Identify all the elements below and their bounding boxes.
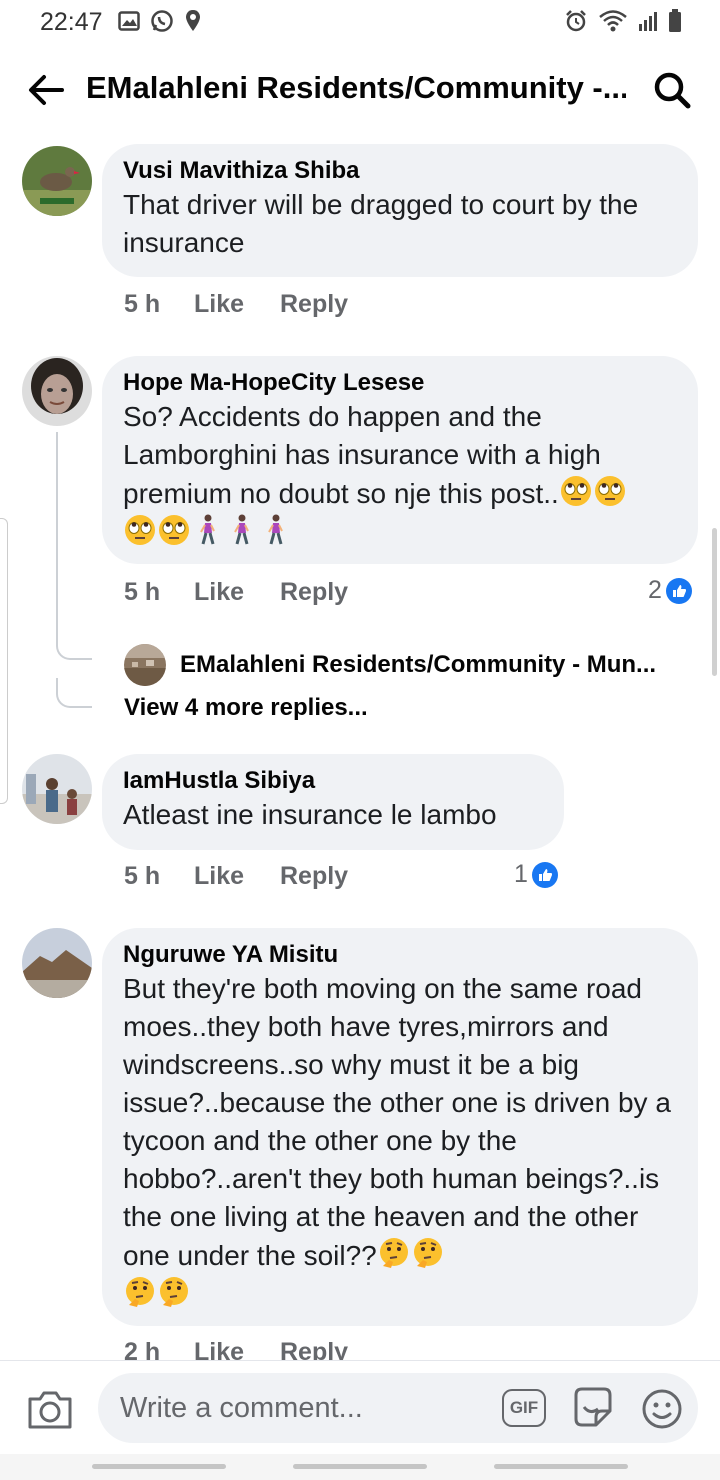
comment-text: But they're both moving on the same road… xyxy=(123,973,671,1271)
avatar[interactable] xyxy=(22,146,92,216)
comment-time[interactable]: 5 h xyxy=(124,862,194,891)
wifi-icon xyxy=(599,10,627,32)
comment-bubble[interactable]: Hope Ma-HopeCity Lesese So? Accidents do… xyxy=(102,356,698,564)
signal-icon xyxy=(639,12,657,31)
thread-connector xyxy=(56,678,92,708)
reply-button[interactable]: Reply xyxy=(280,862,348,891)
reaction-summary[interactable]: 2 xyxy=(648,576,692,605)
like-button[interactable]: Like xyxy=(194,578,280,607)
comment-author[interactable]: Hope Ma-HopeCity Lesese xyxy=(123,368,678,398)
woman-walking-emoji xyxy=(268,514,283,545)
comments-list: Vusi Mavithiza Shiba That driver will be… xyxy=(0,128,720,1360)
system-nav-bar xyxy=(0,1454,720,1480)
search-icon[interactable] xyxy=(652,70,692,110)
comment-input[interactable] xyxy=(120,1385,480,1431)
eye-roll-emoji xyxy=(159,515,189,545)
avatar[interactable] xyxy=(22,356,92,426)
status-bar: 22:47 xyxy=(0,0,720,44)
avatar[interactable] xyxy=(22,754,92,824)
avatar[interactable] xyxy=(22,928,92,998)
comment-composer: GIF xyxy=(0,1360,720,1454)
comment-text-block: But they're both moving on the same road… xyxy=(123,970,678,1314)
status-time: 22:47 xyxy=(40,8,103,36)
like-button[interactable]: Like xyxy=(194,862,280,891)
thread-connector xyxy=(56,628,92,660)
comment-author[interactable]: Vusi Mavithiza Shiba xyxy=(123,156,678,186)
nav-handle[interactable] xyxy=(494,1464,628,1469)
comment-actions: 5 h Like Reply xyxy=(124,290,348,319)
smiley-icon[interactable] xyxy=(640,1387,684,1431)
like-button[interactable]: Like xyxy=(194,290,280,319)
arrow-left-icon[interactable] xyxy=(26,70,66,110)
reaction-count: 2 xyxy=(648,576,662,604)
gif-button[interactable]: GIF xyxy=(502,1389,546,1427)
reply-author[interactable]: EMalahleni Residents/Community - Mun... xyxy=(180,651,656,679)
sticker-icon[interactable] xyxy=(570,1385,616,1431)
comment-actions: 2 h Like Reply xyxy=(124,1338,348,1360)
thinking-face-emoji xyxy=(379,1238,408,1268)
reaction-summary[interactable]: 1 xyxy=(514,860,558,889)
gallery-icon xyxy=(118,11,140,31)
comment-text: So? Accidents do happen and the Lamborgh… xyxy=(123,401,601,509)
comment-bubble[interactable]: Vusi Mavithiza Shiba That driver will be… xyxy=(102,144,698,277)
whatsapp-icon xyxy=(151,10,173,32)
thumbs-up-icon xyxy=(665,577,692,604)
woman-walking-emoji xyxy=(200,514,215,545)
comment-bubble[interactable]: IamHustla Sibiya Atleast ine insurance l… xyxy=(102,754,564,850)
comment-time[interactable]: 5 h xyxy=(124,578,194,607)
page-title: EMalahleni Residents/Community -... xyxy=(86,70,626,105)
comment-text: Atleast ine insurance le lambo xyxy=(123,799,497,830)
comment-actions: 5 h Like Reply xyxy=(124,862,348,891)
eye-roll-emoji xyxy=(125,515,155,545)
thumbs-up-icon xyxy=(531,861,558,888)
comment-time[interactable]: 2 h xyxy=(124,1338,194,1360)
app-header: EMalahleni Residents/Community -... xyxy=(0,56,720,122)
thread-line xyxy=(56,432,58,640)
reaction-count: 1 xyxy=(514,860,528,888)
battery-icon xyxy=(669,9,681,32)
comment-author[interactable]: IamHustla Sibiya xyxy=(123,766,544,796)
eye-roll-emoji xyxy=(594,476,625,506)
thinking-face-emoji xyxy=(413,1238,442,1268)
comment-time[interactable]: 5 h xyxy=(124,290,194,319)
camera-icon[interactable] xyxy=(26,1387,74,1431)
comment-text-block: So? Accidents do happen and the Lamborgh… xyxy=(123,398,678,552)
reply-button[interactable]: Reply xyxy=(280,578,348,607)
eye-roll-emoji xyxy=(560,476,591,506)
view-more-replies-link[interactable]: View 4 more replies... xyxy=(124,694,368,722)
comment-text: That driver will be dragged to court by … xyxy=(123,189,639,258)
nav-handle[interactable] xyxy=(293,1464,427,1469)
comment-input-container[interactable]: GIF xyxy=(98,1373,698,1443)
woman-walking-emoji xyxy=(234,514,249,545)
comment-bubble[interactable]: Nguruwe YA Misitu But they're both movin… xyxy=(102,928,698,1326)
notification-icons xyxy=(118,9,202,33)
reply-preview[interactable]: EMalahleni Residents/Community - Mun... xyxy=(124,644,656,686)
thinking-face-emoji xyxy=(160,1277,188,1307)
like-button[interactable]: Like xyxy=(194,1338,280,1360)
avatar xyxy=(124,644,166,686)
reply-button[interactable]: Reply xyxy=(280,290,348,319)
reply-button[interactable]: Reply xyxy=(280,1338,348,1360)
nav-handle[interactable] xyxy=(92,1464,226,1469)
thread-edge xyxy=(0,518,8,804)
scrollbar[interactable] xyxy=(712,528,717,676)
system-icons xyxy=(564,9,682,33)
thinking-face-emoji xyxy=(126,1277,154,1307)
comment-actions: 5 h Like Reply xyxy=(124,578,348,607)
alarm-icon xyxy=(566,10,586,32)
location-icon xyxy=(186,10,200,31)
comment-author[interactable]: Nguruwe YA Misitu xyxy=(123,940,678,970)
